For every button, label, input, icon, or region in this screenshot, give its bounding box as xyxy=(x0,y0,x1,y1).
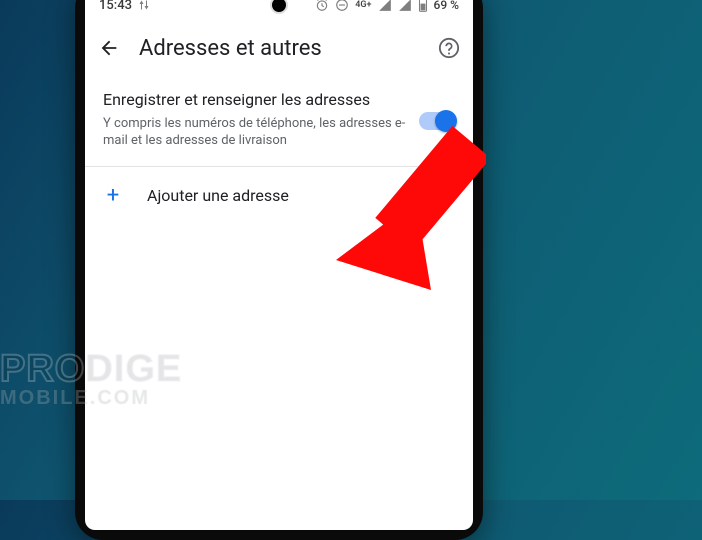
battery-text: 69 % xyxy=(434,0,459,12)
watermark-line-1: PRODIGE xyxy=(0,348,182,391)
help-icon xyxy=(438,37,460,59)
page-title: Adresses et autres xyxy=(139,36,419,61)
add-address-label: Ajouter une adresse xyxy=(147,186,289,205)
save-fill-addresses-setting[interactable]: Enregistrer et renseigner les adresses Y… xyxy=(85,76,473,167)
alarm-icon xyxy=(315,0,329,12)
network-type-label: 4G+ xyxy=(355,0,371,10)
do-not-disturb-icon xyxy=(335,0,349,12)
setting-title: Enregistrer et renseigner les adresses xyxy=(103,90,409,111)
status-time: 15:43 xyxy=(99,0,132,13)
back-button[interactable] xyxy=(97,36,121,60)
help-button[interactable] xyxy=(437,36,461,60)
signal-icon-1 xyxy=(378,0,392,12)
setting-subtitle: Y compris les numéros de téléphone, les … xyxy=(103,115,409,150)
phone-screen: 15:43 4G+ 69 % Adresses et autres xyxy=(85,0,473,530)
signal-icon-2 xyxy=(398,0,412,12)
status-bar: 15:43 4G+ 69 % xyxy=(85,0,473,20)
plus-icon: + xyxy=(103,183,123,208)
save-addresses-toggle[interactable] xyxy=(419,112,455,130)
battery-icon xyxy=(418,0,428,12)
camera-hole xyxy=(270,0,288,14)
add-address-button[interactable]: + Ajouter une adresse xyxy=(85,167,473,224)
app-header: Adresses et autres xyxy=(85,20,473,76)
watermark: PRODIGE MOBILE.COM xyxy=(0,348,182,410)
arrow-back-icon xyxy=(98,37,120,59)
network-activity-icon xyxy=(138,0,150,11)
phone-frame: 15:43 4G+ 69 % Adresses et autres xyxy=(75,0,483,540)
toggle-knob xyxy=(435,110,457,132)
